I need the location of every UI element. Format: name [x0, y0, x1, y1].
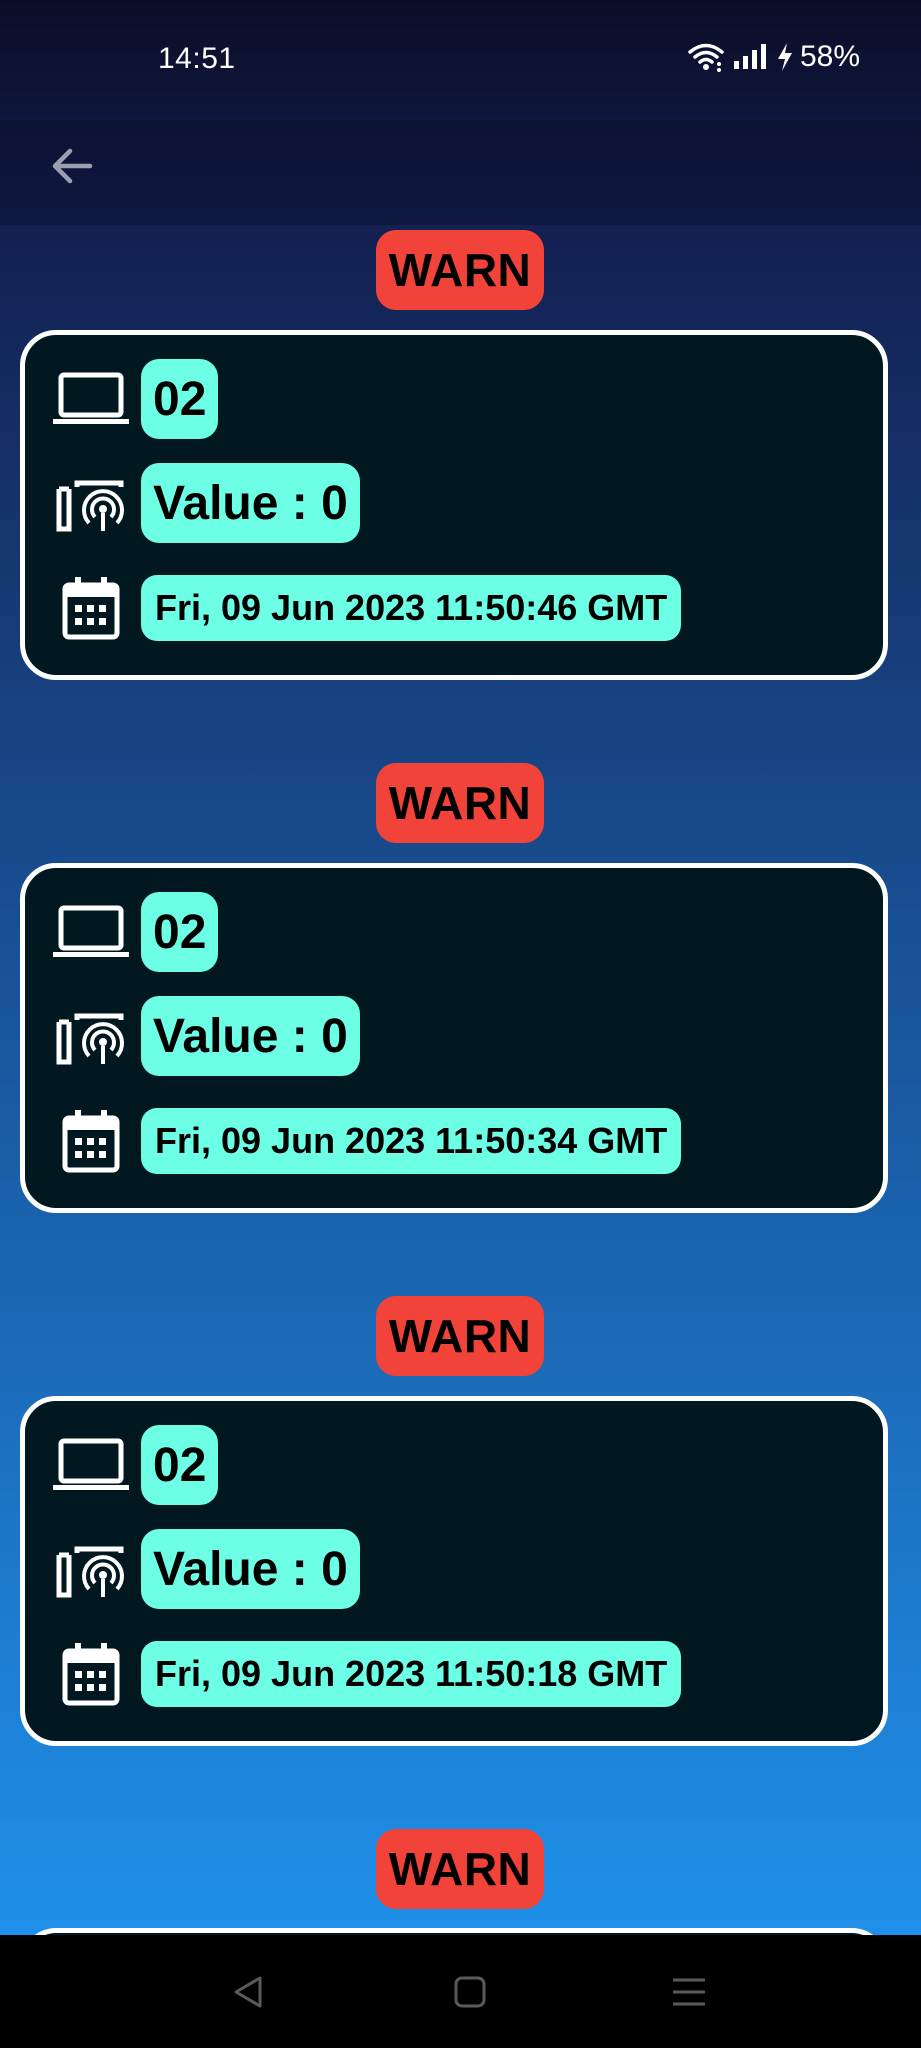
- date-text: Fri, 09 Jun 2023 11:50:46 GMT: [141, 575, 682, 641]
- log-card[interactable]: 02 Value : 0: [20, 330, 888, 680]
- laptop-icon: [51, 371, 131, 427]
- sensor-signal-icon: [51, 1006, 131, 1066]
- log-entry: WARN 02 Value: 0 Fri, 09 Jun 2023 11:50…: [0, 763, 921, 1296]
- sensor-signal-icon: [51, 473, 131, 533]
- signal-icon: [732, 43, 770, 71]
- navigation-bar: [0, 1935, 921, 2048]
- device-row: 02: [25, 359, 219, 439]
- value-row: Value : 0: [25, 463, 360, 543]
- value-text: Value : 0: [141, 463, 360, 543]
- battery-text: 58%: [799, 40, 860, 73]
- arrow-left-icon: [48, 142, 96, 195]
- nav-home-button[interactable]: [440, 1969, 500, 2019]
- nav-menu-button[interactable]: [659, 1969, 719, 2019]
- device-id: 02: [141, 892, 219, 972]
- device-row: 02: [25, 1425, 219, 1505]
- back-button[interactable]: [40, 136, 104, 200]
- warn-badge: WARN: [376, 1296, 544, 1376]
- warn-badge: WARN: [376, 230, 544, 310]
- calendar-icon: [51, 1641, 131, 1707]
- nav-back-icon: [230, 1974, 266, 2015]
- charging-icon: [776, 42, 794, 72]
- status-time: 14:51: [158, 42, 236, 75]
- device-row: 02: [25, 892, 219, 972]
- value-row: Value : 0: [25, 1529, 360, 1609]
- log-list[interactable]: WARN 02 Value: 0 Fri, 09 Jun 2023 11:50…: [0, 230, 921, 1829]
- status-bar: 14:51 58%: [0, 0, 921, 120]
- header-bar: [0, 120, 921, 225]
- nav-home-icon: [452, 1974, 488, 2015]
- calendar-icon: [51, 575, 131, 641]
- sensor-signal-icon: [51, 1539, 131, 1599]
- warn-badge: WARN: [376, 1829, 544, 1909]
- date-text: Fri, 09 Jun 2023 11:50:18 GMT: [141, 1641, 682, 1707]
- status-indicators: 58%: [686, 40, 860, 74]
- nav-menu-icon: [670, 1974, 708, 2015]
- log-card[interactable]: 02 Value : 0: [20, 863, 888, 1213]
- calendar-icon: [51, 1108, 131, 1174]
- date-row: Fri, 09 Jun 2023 11:50:46 GMT: [25, 575, 682, 641]
- nav-back-button[interactable]: [218, 1969, 278, 2019]
- date-row: Fri, 09 Jun 2023 11:50:18 GMT: [25, 1641, 682, 1707]
- laptop-icon: [51, 904, 131, 960]
- log-entry: WARN 02 Value: 0 Fri, 09 Jun 2023 11:50…: [0, 1296, 921, 1829]
- log-entry: WARN 02 Value: 0 Fri, 09 Jun 2023 11:50…: [0, 230, 921, 763]
- laptop-icon: [51, 1437, 131, 1493]
- value-row: Value : 0: [25, 996, 360, 1076]
- warn-badge: WARN: [376, 763, 544, 843]
- value-text: Value : 0: [141, 1529, 360, 1609]
- value-text: Value : 0: [141, 996, 360, 1076]
- wifi-icon: [686, 42, 726, 72]
- device-id: 02: [141, 1425, 219, 1505]
- device-id: 02: [141, 359, 219, 439]
- date-row: Fri, 09 Jun 2023 11:50:34 GMT: [25, 1108, 682, 1174]
- log-card[interactable]: 02 Value : 0: [20, 1396, 888, 1746]
- date-text: Fri, 09 Jun 2023 11:50:34 GMT: [141, 1108, 682, 1174]
